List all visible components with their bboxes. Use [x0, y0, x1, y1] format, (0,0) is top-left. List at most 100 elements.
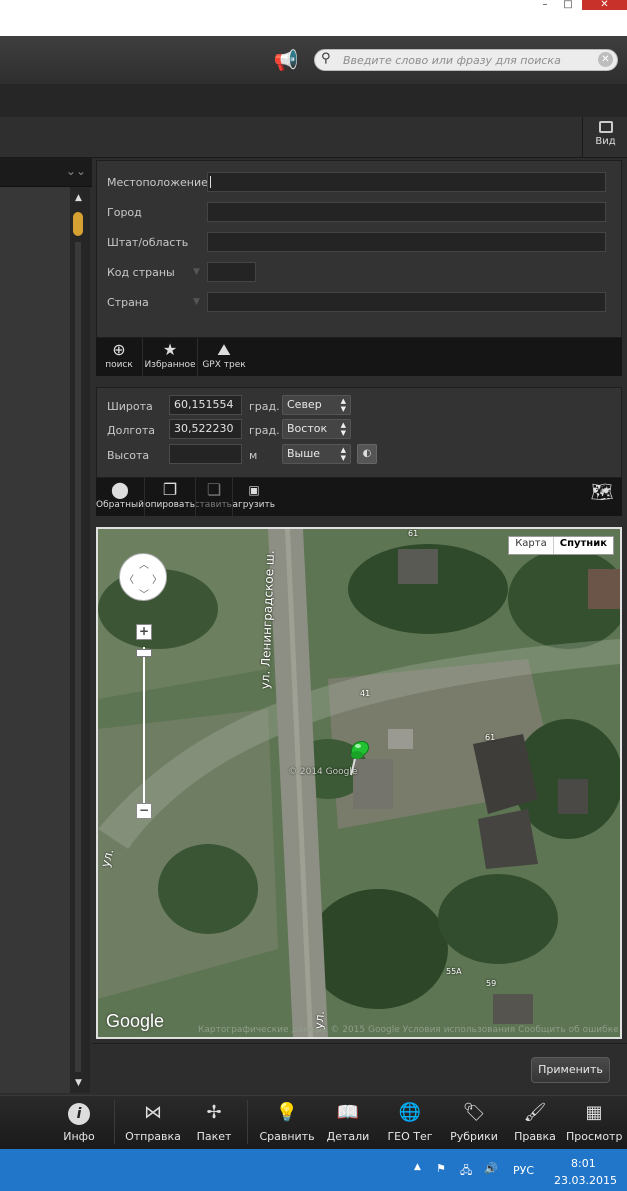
- altitude-direction-select[interactable]: Выше ▲ ▼: [282, 444, 351, 464]
- view-button[interactable]: Вид: [582, 117, 627, 157]
- reverse-geocode-button[interactable]: ⬤ Обратный: [96, 478, 145, 516]
- map-type-map-button[interactable]: Карта: [509, 537, 553, 554]
- left-scrollbar[interactable]: ▲ ▼: [70, 187, 90, 1093]
- geotag-button[interactable]: 🌐 ГЕО Тег: [384, 1100, 436, 1148]
- apply-button[interactable]: Применить: [531, 1057, 610, 1083]
- slideshow-button[interactable]: ▦ Просмотр: [566, 1100, 622, 1148]
- load-button[interactable]: ▣ Загрузить: [233, 478, 275, 516]
- altitude-label: Высота: [107, 449, 150, 462]
- updown-icon: ▲ ▼: [340, 397, 346, 413]
- info-button[interactable]: i Инфо: [54, 1100, 104, 1148]
- clear-search-icon[interactable]: ✕: [598, 52, 613, 67]
- tag-icon: 🏷: [462, 1102, 486, 1123]
- gpx-track-button[interactable]: ⛰ GPX трек: [198, 338, 250, 376]
- satellite-map[interactable]: Карта Спутник ︿ ﹀ 〈 〉 + − ул. Ленинградс…: [96, 527, 622, 1039]
- latitude-input[interactable]: 60,151554: [169, 395, 242, 415]
- satellite-imagery: [98, 529, 620, 1037]
- flag-icon[interactable]: ⚑: [436, 1162, 446, 1175]
- latitude-label: Широта: [107, 400, 153, 413]
- tray-expand-icon[interactable]: ▲: [414, 1162, 421, 1172]
- pan-right-icon[interactable]: 〉: [152, 571, 162, 586]
- pin-icon: ⬤: [111, 480, 129, 499]
- search-location-button[interactable]: ⊕ поиск: [96, 338, 143, 376]
- state-label: Штат/область: [107, 236, 189, 249]
- longitude-direction-select[interactable]: Восток ▲ ▼: [282, 419, 351, 439]
- state-input[interactable]: [207, 232, 606, 252]
- location-panel: Местоположение Город Штат/область Код ст…: [96, 160, 622, 338]
- volume-icon[interactable]: 🔊: [484, 1162, 498, 1175]
- map-attribution[interactable]: Картографические данные © 2015 Google Ус…: [198, 1025, 620, 1035]
- collapse-chevron-icon[interactable]: ⌄⌄: [66, 164, 86, 178]
- crosshair-icon: ⊕: [112, 340, 126, 359]
- zoom-in-button[interactable]: +: [136, 624, 152, 640]
- scroll-track[interactable]: [75, 242, 81, 1072]
- view-button-label: Вид: [595, 136, 616, 147]
- updown-icon: ▲ ▼: [340, 446, 346, 462]
- pan-left-icon[interactable]: 〈: [124, 571, 134, 586]
- categories-button[interactable]: 🏷 Рубрики: [448, 1100, 500, 1148]
- country-code-input[interactable]: [207, 262, 256, 282]
- country-code-dropdown-icon[interactable]: ▼: [193, 267, 200, 277]
- batch-button[interactable]: ✢ Пакет: [192, 1100, 236, 1148]
- longitude-input[interactable]: 30,522230: [169, 419, 242, 439]
- batch-icon: ✢: [206, 1102, 222, 1123]
- map-view-icon[interactable]: 🗺: [589, 480, 615, 506]
- country-dropdown-icon[interactable]: ▼: [193, 297, 200, 307]
- copy-button[interactable]: ❐ Копировать: [145, 478, 196, 516]
- hiker-icon: ⛰: [217, 340, 231, 359]
- zoom-slider-handle[interactable]: [136, 649, 152, 657]
- view-icon: [598, 121, 613, 133]
- map-type-switch: Карта Спутник: [508, 536, 614, 555]
- location-pin-icon[interactable]: [346, 737, 372, 777]
- city-input[interactable]: [207, 202, 606, 222]
- share-icon: ⋈: [144, 1102, 162, 1123]
- country-label: Страна: [107, 296, 149, 309]
- clock-date[interactable]: 23.03.2015: [554, 1174, 617, 1187]
- scroll-thumb[interactable]: [73, 212, 83, 236]
- zoom-out-button[interactable]: −: [136, 803, 152, 819]
- search-box[interactable]: ⚲ Введите слово или фразу для поиска ✕: [314, 49, 618, 71]
- altitude-input[interactable]: [169, 444, 242, 464]
- compare-button[interactable]: 💡 Сравнить: [258, 1100, 316, 1148]
- scroll-up-icon[interactable]: ▲: [75, 193, 82, 203]
- search-icon: ⚲: [321, 51, 331, 66]
- minimize-button[interactable]: –: [535, 0, 555, 10]
- location-input[interactable]: [207, 172, 606, 192]
- details-button[interactable]: 📖 Детали: [322, 1100, 374, 1148]
- scroll-down-icon[interactable]: ▼: [75, 1078, 82, 1088]
- edit-button[interactable]: 🖌 Правка: [512, 1100, 558, 1148]
- pan-down-icon[interactable]: ﹀: [139, 586, 149, 601]
- coordinate-tools: ⬤ Обратный ❐ Копировать ❏ Вставить ▣ Заг…: [96, 478, 622, 516]
- book-icon: 📖: [336, 1102, 360, 1123]
- altitude-toggle-button[interactable]: ◐: [357, 444, 377, 464]
- house-number: 61: [485, 733, 496, 742]
- coordinates-panel: Широта 60,151554 град. Север ▲ ▼ Долгота 3…: [96, 387, 622, 478]
- favorites-button[interactable]: ★ Избранное: [143, 338, 198, 376]
- pan-up-icon[interactable]: ︿: [139, 556, 149, 571]
- google-logo: Google: [106, 1011, 165, 1031]
- paste-button[interactable]: ❏ Вставить: [196, 478, 233, 516]
- longitude-label: Долгота: [107, 424, 156, 437]
- pan-control[interactable]: ︿ ﹀ 〈 〉: [119, 553, 167, 601]
- info-icon: i: [54, 1100, 104, 1126]
- map-type-satellite-button[interactable]: Спутник: [552, 537, 613, 554]
- city-label: Город: [107, 206, 142, 219]
- image-icon: ▣: [248, 483, 260, 497]
- clock-time[interactable]: 8:01: [571, 1157, 596, 1170]
- secondary-bar: [0, 84, 627, 117]
- house-number: 55A: [446, 967, 462, 976]
- globe-icon: 🌐: [398, 1102, 422, 1123]
- search-input[interactable]: Введите слово или фразу для поиска: [343, 54, 561, 67]
- country-code-label: Код страны: [107, 266, 175, 279]
- send-button[interactable]: ⋈ Отправка: [124, 1100, 182, 1148]
- maximize-button[interactable]: □: [558, 0, 578, 10]
- language-indicator[interactable]: РУС: [513, 1164, 534, 1177]
- network-icon[interactable]: 🖧: [460, 1162, 472, 1181]
- close-button[interactable]: ✕: [582, 0, 627, 10]
- house-number: 41: [360, 689, 371, 698]
- longitude-unit: град.: [249, 424, 280, 437]
- country-input[interactable]: [207, 292, 606, 312]
- megaphone-icon[interactable]: 📢: [272, 48, 300, 72]
- latitude-direction-select[interactable]: Север ▲ ▼: [282, 395, 351, 415]
- zoom-slider-track[interactable]: [143, 647, 145, 803]
